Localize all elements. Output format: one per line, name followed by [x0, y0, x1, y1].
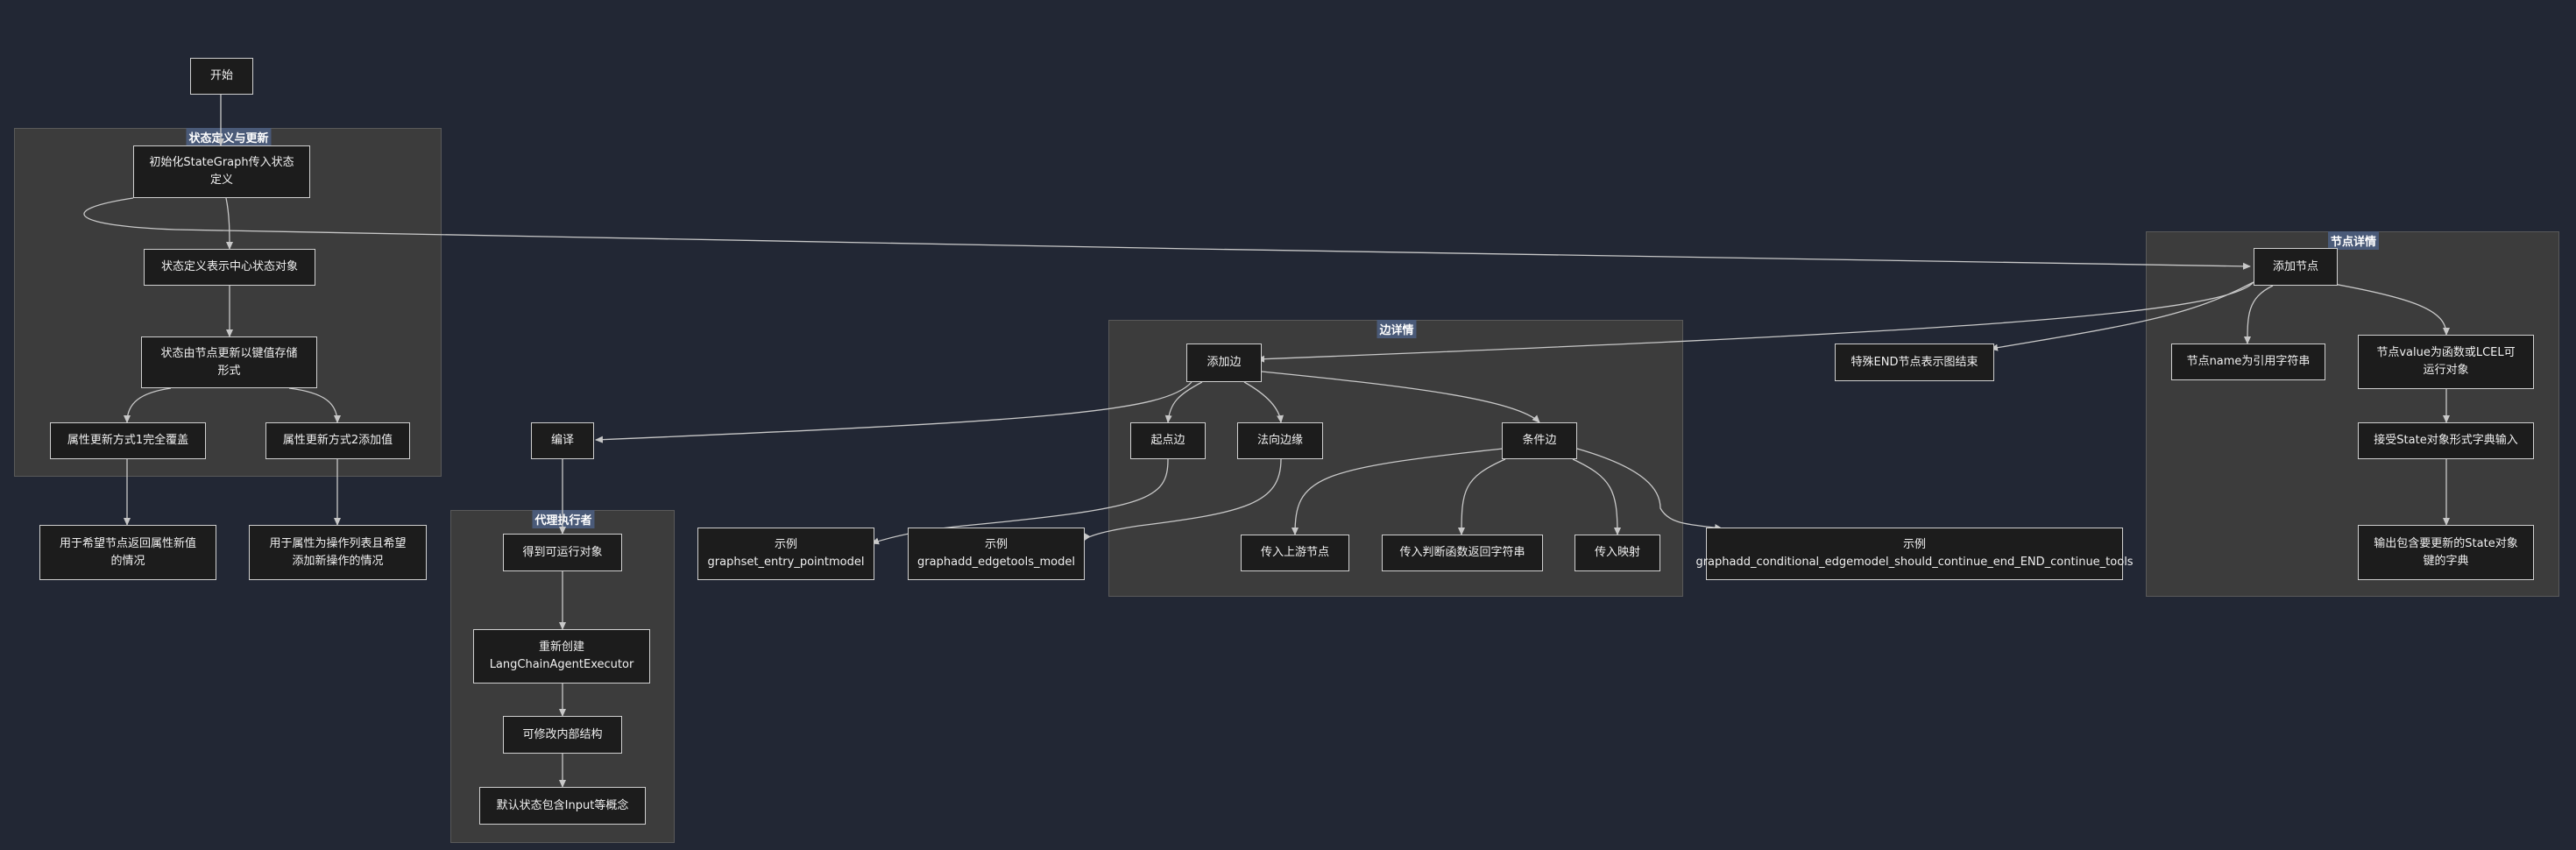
edge-addnode-addedge	[1256, 281, 2254, 363]
node-kv-store: 状态由节点更新以键值存储 形式	[141, 336, 317, 388]
edge-addnode-nodename	[2244, 285, 2274, 344]
edge-kvstore-attr1	[124, 387, 172, 423]
node-modify-structure: 可修改内部结构	[503, 716, 622, 754]
node-judge-function: 传入判断函数返回字符串	[1382, 535, 1543, 571]
node-init-stategraph: 初始化StateGraph传入状态 定义	[133, 145, 310, 198]
node-start-edge: 起点边	[1130, 422, 1206, 459]
edge-addedge-condedge	[1261, 371, 1540, 423]
edge-addedge-compile	[595, 381, 1192, 443]
node-recreate-executor: 重新创建 LangChainAgentExecutor	[473, 629, 650, 684]
node-runnable: 得到可运行对象	[503, 534, 622, 571]
edge-addnode-endnode	[1990, 281, 2254, 351]
node-node-value: 节点value为函数或LCEL可 运行对象	[2358, 335, 2534, 389]
flowchart-canvas: 状态定义与更新 代理执行者 边详情 节点详情 开始 初始化StateGraph传…	[0, 0, 2576, 850]
node-example-entry: 示例 graphset_entry_pointmodel	[697, 528, 874, 580]
node-mapping: 传入映射	[1575, 535, 1660, 571]
edge-addedge-normaledge	[1243, 381, 1284, 423]
edge-kvstore-attr2	[288, 387, 341, 423]
edge-addnode-nodevalue	[2312, 280, 2450, 336]
node-default-input: 默认状态包含Input等概念	[479, 787, 646, 825]
edge-normaledge-exedge	[1083, 458, 1282, 542]
node-upstream: 传入上游节点	[1241, 535, 1349, 571]
node-example-edge: 示例 graphadd_edgetools_model	[908, 528, 1085, 580]
node-add-node: 添加节点	[2254, 248, 2338, 286]
node-attr-update-1: 属性更新方式1完全覆盖	[50, 422, 206, 459]
node-node-name: 节点name为引用字符串	[2171, 344, 2325, 380]
node-new-value-case: 用于希望节点返回属性新值 的情况	[39, 525, 216, 580]
node-central-state: 状态定义表示中心状态对象	[144, 249, 315, 286]
node-append-case: 用于属性为操作列表且希望 添加新操作的情况	[249, 525, 427, 580]
node-add-edge: 添加边	[1186, 344, 1262, 382]
node-end-node: 特殊END节点表示图结束	[1835, 344, 1994, 381]
node-start: 开始	[190, 58, 253, 95]
node-attr-update-2: 属性更新方式2添加值	[265, 422, 410, 459]
node-output-dict: 输出包含要更新的State对象 键的字典	[2358, 525, 2534, 580]
edge-init-addnode	[83, 197, 2251, 270]
node-conditional-edge: 条件边	[1502, 422, 1577, 459]
edge-condedge-judge	[1458, 458, 1506, 535]
edge-init-central	[225, 197, 233, 250]
edge-condedge-upstream	[1292, 448, 1504, 535]
node-accept-state: 接受State对象形式字典输入	[2358, 422, 2534, 459]
node-normal-edge: 法向边缘	[1237, 422, 1323, 459]
edge-condedge-mapping	[1572, 458, 1621, 535]
node-example-conditional: 示例 graphadd_conditional_edgemodel_should…	[1695, 528, 2134, 580]
edge-condedge-excond	[1576, 448, 1723, 531]
node-compile: 编译	[531, 422, 594, 459]
